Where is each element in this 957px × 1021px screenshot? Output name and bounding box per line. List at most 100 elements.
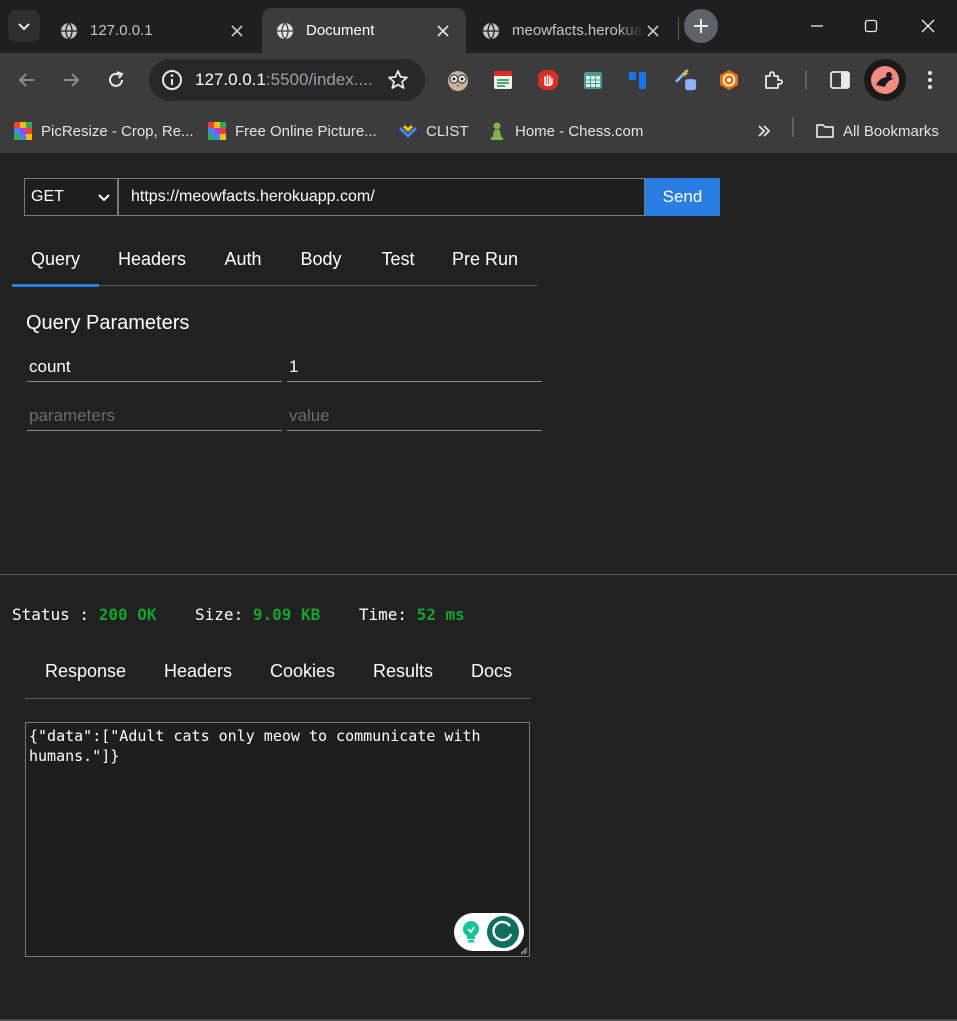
globe-icon (277, 22, 293, 39)
profile-avatar[interactable] (864, 59, 906, 101)
chess-pawn-icon (491, 122, 503, 140)
request-url-value: https://meowfacts.herokuapp.com/ (131, 188, 375, 205)
extension-ai-icon[interactable] (674, 68, 698, 92)
tab-document[interactable]: Document (262, 8, 466, 53)
address-host: 127.0.0.1 (195, 70, 266, 89)
tab-results[interactable]: Results (373, 644, 433, 699)
bookmarks-overflow-button[interactable] (756, 118, 772, 144)
response-body-text: {"data":["Adult cats only meow to commun… (29, 727, 490, 765)
clist-icon (398, 124, 418, 139)
response-status-line: Status : 200 OK Size: 9.09 KB Time: 52 m… (12, 605, 465, 624)
all-bookmarks-label: All Bookmarks (843, 122, 939, 140)
tab-strip: 127.0.0.1 Document meowfacts.herokuapp.c… (0, 0, 957, 53)
minimize-icon (811, 25, 823, 27)
address-text: 127.0.0.1:5500/index.... (195, 70, 381, 90)
tab-response-headers[interactable]: Headers (164, 644, 232, 699)
time-value: 52 ms (416, 605, 465, 624)
back-button[interactable] (12, 65, 42, 95)
extension-grid-calendar-icon[interactable] (581, 68, 605, 92)
tab-docs[interactable]: Docs (471, 644, 512, 699)
grammarly-icon (487, 916, 519, 948)
minimize-button[interactable] (797, 10, 837, 42)
close-icon[interactable] (228, 22, 246, 40)
reload-icon (109, 71, 124, 87)
response-tabs: Response Headers Cookies Results Docs (25, 644, 531, 699)
bookmark-chess[interactable]: Home - Chess.com (487, 118, 643, 144)
time-label: Time: (358, 605, 407, 624)
lightbulb-icon (463, 921, 479, 943)
status-label: Status : (12, 605, 90, 624)
tab-test[interactable]: Test (376, 233, 420, 286)
address-path: :5500/index.... (265, 70, 373, 89)
response-body-textarea[interactable]: {"data":["Adult cats only meow to commun… (25, 722, 530, 957)
extension-adblock-icon[interactable] (536, 68, 560, 92)
bookmark-picresize[interactable]: PicResize - Crop, Re... (13, 118, 194, 144)
request-url-input[interactable]: https://meowfacts.herokuapp.com/ (118, 178, 645, 216)
method-select[interactable]: GET (24, 178, 118, 216)
extension-target-icon[interactable] (717, 68, 741, 92)
toolbar-separator (805, 70, 807, 90)
size-value: 9.09 KB (252, 605, 321, 624)
extensions-puzzle-icon[interactable] (761, 68, 785, 92)
extension-owl-icon[interactable] (446, 68, 470, 92)
folder-icon (816, 124, 834, 138)
close-icon[interactable] (434, 22, 452, 40)
resize-grip-icon[interactable] (518, 945, 528, 955)
query-parameters-title: Query Parameters (26, 312, 190, 334)
all-bookmarks-button[interactable]: All Bookmarks (815, 118, 939, 144)
globe-icon (483, 22, 499, 39)
menu-kebab-icon[interactable] (918, 68, 942, 92)
section-divider (0, 574, 957, 575)
double-chevron-right-icon (758, 125, 771, 137)
tab-auth[interactable]: Auth (218, 233, 268, 286)
tab-title: 127.0.0.1 (90, 22, 153, 39)
maximize-button[interactable] (851, 10, 891, 42)
tab-search-button[interactable] (8, 10, 40, 42)
tab-pre-run[interactable]: Pre Run (450, 233, 520, 286)
maximize-icon (864, 19, 878, 33)
close-icon (921, 19, 935, 33)
status-value: 200 OK (98, 605, 157, 624)
globe-icon (61, 22, 77, 39)
tab-meowfacts[interactable]: meowfacts.herokuapp.com (468, 8, 676, 53)
send-button[interactable]: Send (645, 178, 720, 216)
method-value: GET (31, 188, 64, 205)
bookmark-label: Free Online Picture... (235, 122, 377, 140)
bookmark-free-online-picture[interactable]: Free Online Picture... (207, 118, 377, 144)
forward-button[interactable] (56, 65, 86, 95)
tab-body[interactable]: Body (296, 233, 346, 286)
chevron-down-icon (18, 23, 30, 31)
close-icon[interactable] (644, 22, 662, 40)
bookmarks-separator (792, 117, 794, 137)
tab-localhost[interactable]: 127.0.0.1 (46, 8, 260, 53)
bookmark-clist[interactable]: CLIST (398, 118, 469, 144)
extension-calendar-icon[interactable] (491, 68, 515, 92)
address-bar[interactable]: 127.0.0.1:5500/index.... (149, 59, 425, 101)
new-tab-button[interactable] (684, 9, 718, 43)
tab-cookies[interactable]: Cookies (270, 644, 335, 699)
chevron-down-icon (98, 194, 110, 202)
query-key-input[interactable]: count (27, 354, 282, 382)
tab-query[interactable]: Query (12, 233, 99, 287)
new-query-value-input[interactable]: value (287, 403, 542, 431)
tab-response[interactable]: Response (45, 644, 126, 699)
close-window-button[interactable] (908, 10, 948, 42)
tab-separator (678, 18, 679, 40)
bookmark-label: CLIST (426, 122, 469, 140)
size-label: Size: (195, 605, 244, 624)
info-icon[interactable] (161, 69, 183, 91)
browser-toolbar: 127.0.0.1:5500/index.... (0, 53, 957, 108)
extension-blue-bars-icon[interactable] (626, 68, 650, 92)
grammarly-widget[interactable] (454, 913, 524, 951)
star-icon[interactable] (387, 69, 409, 91)
bookmark-label: Home - Chess.com (515, 122, 644, 140)
reload-button[interactable] (101, 65, 131, 95)
tab-headers[interactable]: Headers (112, 233, 192, 286)
tab-title: meowfacts.herokuapp.com (512, 22, 644, 39)
side-panel-icon[interactable] (828, 68, 852, 92)
new-query-key-input[interactable]: parameters (27, 403, 282, 431)
picresize-icon (208, 122, 226, 140)
query-value-input[interactable]: 1 (287, 354, 542, 382)
bookmark-label: PicResize - Crop, Re... (41, 122, 194, 140)
arrow-right-icon (64, 73, 80, 87)
